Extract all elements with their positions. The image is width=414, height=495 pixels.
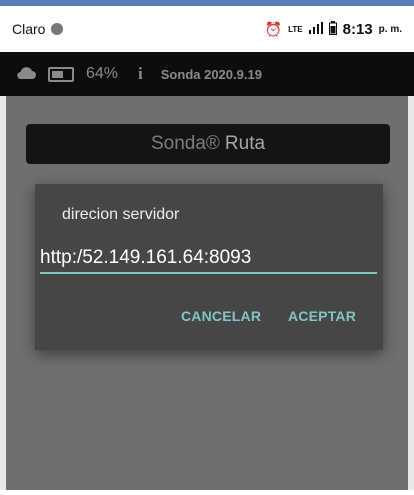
app-version-label: Sonda 2020.9.19 bbox=[160, 66, 262, 82]
server-url-input[interactable] bbox=[40, 246, 377, 274]
server-address-dialog: direcion servidor CANCELAR ACEPTAR bbox=[35, 184, 383, 350]
carrier-name: Claro bbox=[12, 21, 46, 37]
battery-percent: 64% bbox=[86, 65, 119, 82]
cloud-icon bbox=[16, 66, 36, 83]
status-bar: Claro ⏰ LTE 8:13 p. m. bbox=[0, 6, 414, 52]
alarm-clock-icon: ⏰ bbox=[264, 21, 283, 37]
signal-icon bbox=[308, 21, 323, 37]
notification-dot-icon bbox=[51, 23, 64, 35]
cancel-button[interactable]: CANCELAR bbox=[181, 308, 261, 324]
network-type-label: LTE bbox=[288, 24, 303, 34]
app-banner: Sonda® Ruta bbox=[26, 124, 390, 164]
clock-time: 8:13 bbox=[342, 20, 373, 38]
info-icon[interactable]: i bbox=[138, 64, 143, 84]
battery-icon bbox=[48, 66, 74, 82]
clock-ampm: p. m. bbox=[378, 23, 402, 35]
app-toolbar: 64% i Sonda 2020.9.19 bbox=[0, 52, 414, 96]
accept-button[interactable]: ACEPTAR bbox=[288, 308, 356, 324]
app-screen: Sonda® Ruta direcion servidor CANCELAR A… bbox=[6, 96, 408, 490]
dialog-title: direcion servidor bbox=[62, 206, 180, 223]
banner-product: Ruta bbox=[224, 133, 266, 154]
carrier-group: Claro bbox=[12, 21, 64, 37]
bottom-strip bbox=[0, 490, 414, 495]
banner-brand: Sonda® bbox=[150, 133, 220, 154]
status-icons: ⏰ LTE 8:13 p. m. bbox=[264, 20, 402, 38]
battery-status-icon bbox=[328, 20, 337, 38]
